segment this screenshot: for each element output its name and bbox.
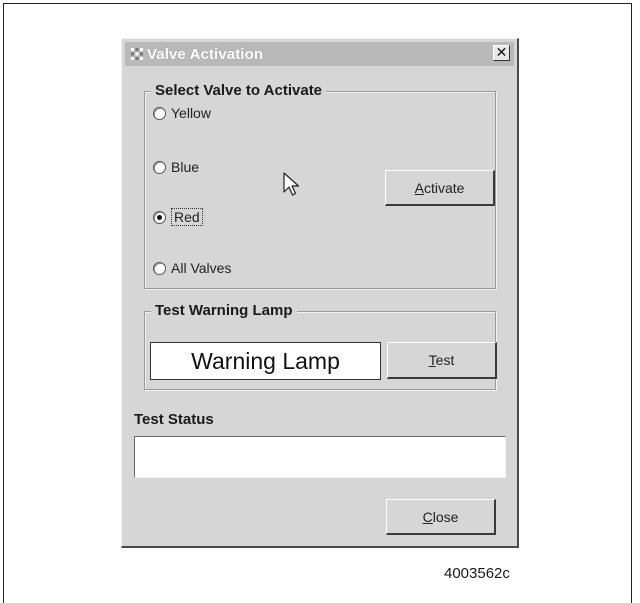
radio-label: Yellow bbox=[171, 105, 211, 121]
warning-lamp-group: Test Warning Lamp Warning Lamp Test bbox=[144, 302, 497, 390]
radio-blue[interactable]: Blue bbox=[153, 159, 199, 175]
radio-red[interactable]: Red bbox=[153, 208, 203, 226]
radio-yellow[interactable]: Yellow bbox=[153, 105, 211, 121]
dialog-title: Valve Activation bbox=[147, 45, 264, 63]
radio-button[interactable] bbox=[153, 261, 166, 275]
app-grid-icon bbox=[130, 47, 144, 61]
warning-lamp-indicator: Warning Lamp bbox=[150, 342, 381, 380]
test-status-field bbox=[134, 436, 506, 478]
title-close-button[interactable]: ✕ bbox=[493, 45, 510, 61]
radio-button[interactable] bbox=[153, 106, 166, 120]
valve-group-legend: Select Valve to Activate bbox=[151, 82, 327, 99]
radio-button[interactable] bbox=[153, 210, 166, 224]
radio-label: Blue bbox=[171, 159, 200, 175]
warning-lamp-group-legend: Test Warning Lamp bbox=[151, 302, 297, 319]
radio-label: All Valves bbox=[171, 260, 232, 276]
test-status-label: Test Status bbox=[134, 411, 214, 428]
activate-button[interactable]: Activate bbox=[385, 170, 495, 206]
mouse-cursor-icon bbox=[283, 172, 301, 203]
radio-all-valves[interactable]: All Valves bbox=[153, 260, 231, 276]
radio-button[interactable] bbox=[153, 160, 166, 174]
radio-label: Red bbox=[171, 208, 203, 226]
test-button[interactable]: Test bbox=[387, 342, 497, 379]
valve-activation-dialog: Valve Activation ✕ Select Valve to Activ… bbox=[121, 38, 519, 548]
figure-id: 4003562c bbox=[444, 565, 510, 582]
valve-group: Select Valve to Activate Yellow Blue Red… bbox=[144, 82, 496, 289]
title-bar: Valve Activation ✕ bbox=[125, 42, 514, 66]
close-icon: ✕ bbox=[495, 44, 508, 60]
close-button[interactable]: Close bbox=[386, 499, 496, 535]
